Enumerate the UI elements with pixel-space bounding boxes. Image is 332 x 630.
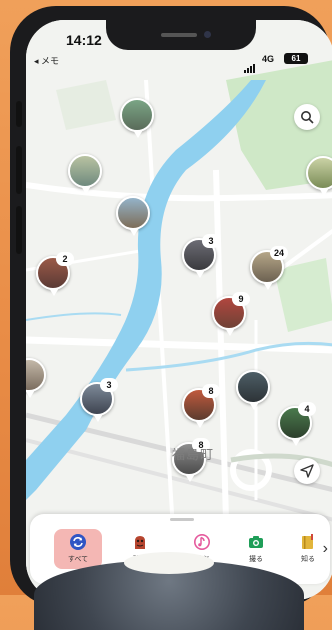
mascot-head <box>34 552 304 630</box>
pin-24[interactable]: 24 <box>250 246 288 290</box>
pin-count-badge: 3 <box>100 378 118 392</box>
search-icon <box>301 111 314 124</box>
phone-frame: 14:12 ◂ メモ 4G 61 2 3 24 9 3 8 4 8 福島町 すべ… <box>10 6 332 606</box>
pin-temple[interactable] <box>120 98 154 138</box>
pin-3a[interactable]: 3 <box>182 234 220 278</box>
komainu-icon <box>135 536 145 549</box>
category-all[interactable]: すべて <box>54 529 102 569</box>
pin-3b[interactable]: 3 <box>80 378 118 422</box>
volume-down-button <box>16 206 22 254</box>
volume-up-button <box>16 146 22 194</box>
pin-park[interactable] <box>306 156 332 196</box>
refresh-icon <box>70 534 86 550</box>
navigation-arrow-icon <box>300 464 314 478</box>
pin-station[interactable] <box>116 196 150 236</box>
search-button[interactable] <box>294 104 320 130</box>
pin-train[interactable] <box>236 370 270 410</box>
camera-icon <box>249 536 263 548</box>
app-screen: 14:12 ◂ メモ 4G 61 2 3 24 9 3 8 4 8 福島町 すべ… <box>26 20 332 600</box>
signal-icon <box>244 55 256 73</box>
back-to-app-link[interactable]: ◂ メモ <box>34 54 59 67</box>
pin-count-badge: 4 <box>298 402 316 416</box>
category-label: すべて <box>67 556 89 563</box>
battery-icon: 61 <box>284 53 308 64</box>
status-time: 14:12 <box>66 32 102 48</box>
mute-switch <box>16 101 22 127</box>
notch <box>106 20 256 50</box>
town-label: 福島町 <box>172 447 215 462</box>
music-note-icon <box>194 534 210 550</box>
pin-shrine[interactable] <box>68 154 102 194</box>
pin-4[interactable]: 4 <box>278 402 316 446</box>
chevron-right-icon[interactable]: › <box>323 540 328 558</box>
pin-count-badge: 3 <box>202 234 220 248</box>
pin-2[interactable]: 2 <box>36 252 74 296</box>
pin-count-badge: 24 <box>270 246 288 260</box>
category-photo[interactable]: 撮る <box>232 529 280 569</box>
category-label: 撮る <box>249 556 263 563</box>
sheet-handle[interactable] <box>170 518 194 521</box>
current-location-button[interactable] <box>294 458 320 484</box>
network-type: 4G <box>261 54 274 64</box>
pin-count-badge: 9 <box>232 292 250 306</box>
pin-9[interactable]: 9 <box>212 292 250 336</box>
book-icon <box>302 534 313 549</box>
pin-8a[interactable]: 8 <box>182 384 220 428</box>
pin-count-badge: 2 <box>56 252 74 266</box>
pin-count-badge: 8 <box>202 384 220 398</box>
map-view[interactable] <box>26 20 332 600</box>
